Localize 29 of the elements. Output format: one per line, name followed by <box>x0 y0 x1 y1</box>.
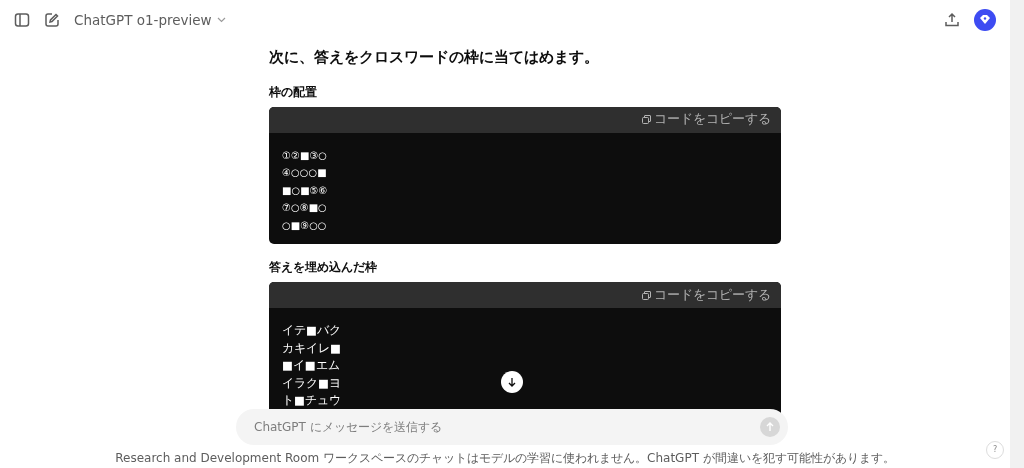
sidebar-toggle-icon[interactable] <box>14 12 30 28</box>
code-line: ⑦○⑧■○ <box>282 201 327 215</box>
code-line: ト■チュウ <box>282 392 341 409</box>
disclaimer-text: Research and Development Room ワークスペースのチャットはモデルの学習に使われません。ChatGPT が間違いを犯す可能性があります。 <box>115 451 895 465</box>
code-line: ④○○○■ <box>282 166 327 180</box>
code-line: ■イ■エム <box>282 357 340 374</box>
heading: 次に、答えをクロスワードの枠に当てはめます。 <box>269 47 600 68</box>
chevron-down-icon <box>216 17 226 23</box>
message-input[interactable]: ChatGPT にメッセージを送信する <box>252 417 760 437</box>
code-line: ■○■⑤⑥ <box>282 183 328 198</box>
copy-code-button[interactable]: コードをコピーする <box>642 285 771 305</box>
model-selector[interactable]: ChatGPT o1-preview <box>74 9 226 31</box>
arrow-down-icon <box>507 377 517 387</box>
copy-code-button[interactable]: コードをコピーする <box>642 110 771 129</box>
code-line: イラク■ヨ <box>282 374 341 392</box>
copy-icon <box>642 290 651 300</box>
section-title: 枠の配置 <box>269 83 318 101</box>
code-line: ①②■③○ <box>282 148 328 163</box>
code-line: カキイレ■ <box>282 339 341 357</box>
share-icon[interactable] <box>944 12 960 28</box>
copy-icon <box>642 115 651 124</box>
section-title: 答えを埋め込んだ枠 <box>269 259 378 276</box>
avatar-icon[interactable] <box>974 9 996 31</box>
edit-icon[interactable] <box>44 12 60 28</box>
code-line: イテ■バク <box>282 322 341 339</box>
help-button[interactable]: ? <box>986 441 1004 459</box>
code-line: ○■⑨○○ <box>282 218 327 233</box>
message-field[interactable]: ChatGPT にメッセージを送信する <box>236 409 788 445</box>
arrow-up-icon <box>765 422 775 432</box>
